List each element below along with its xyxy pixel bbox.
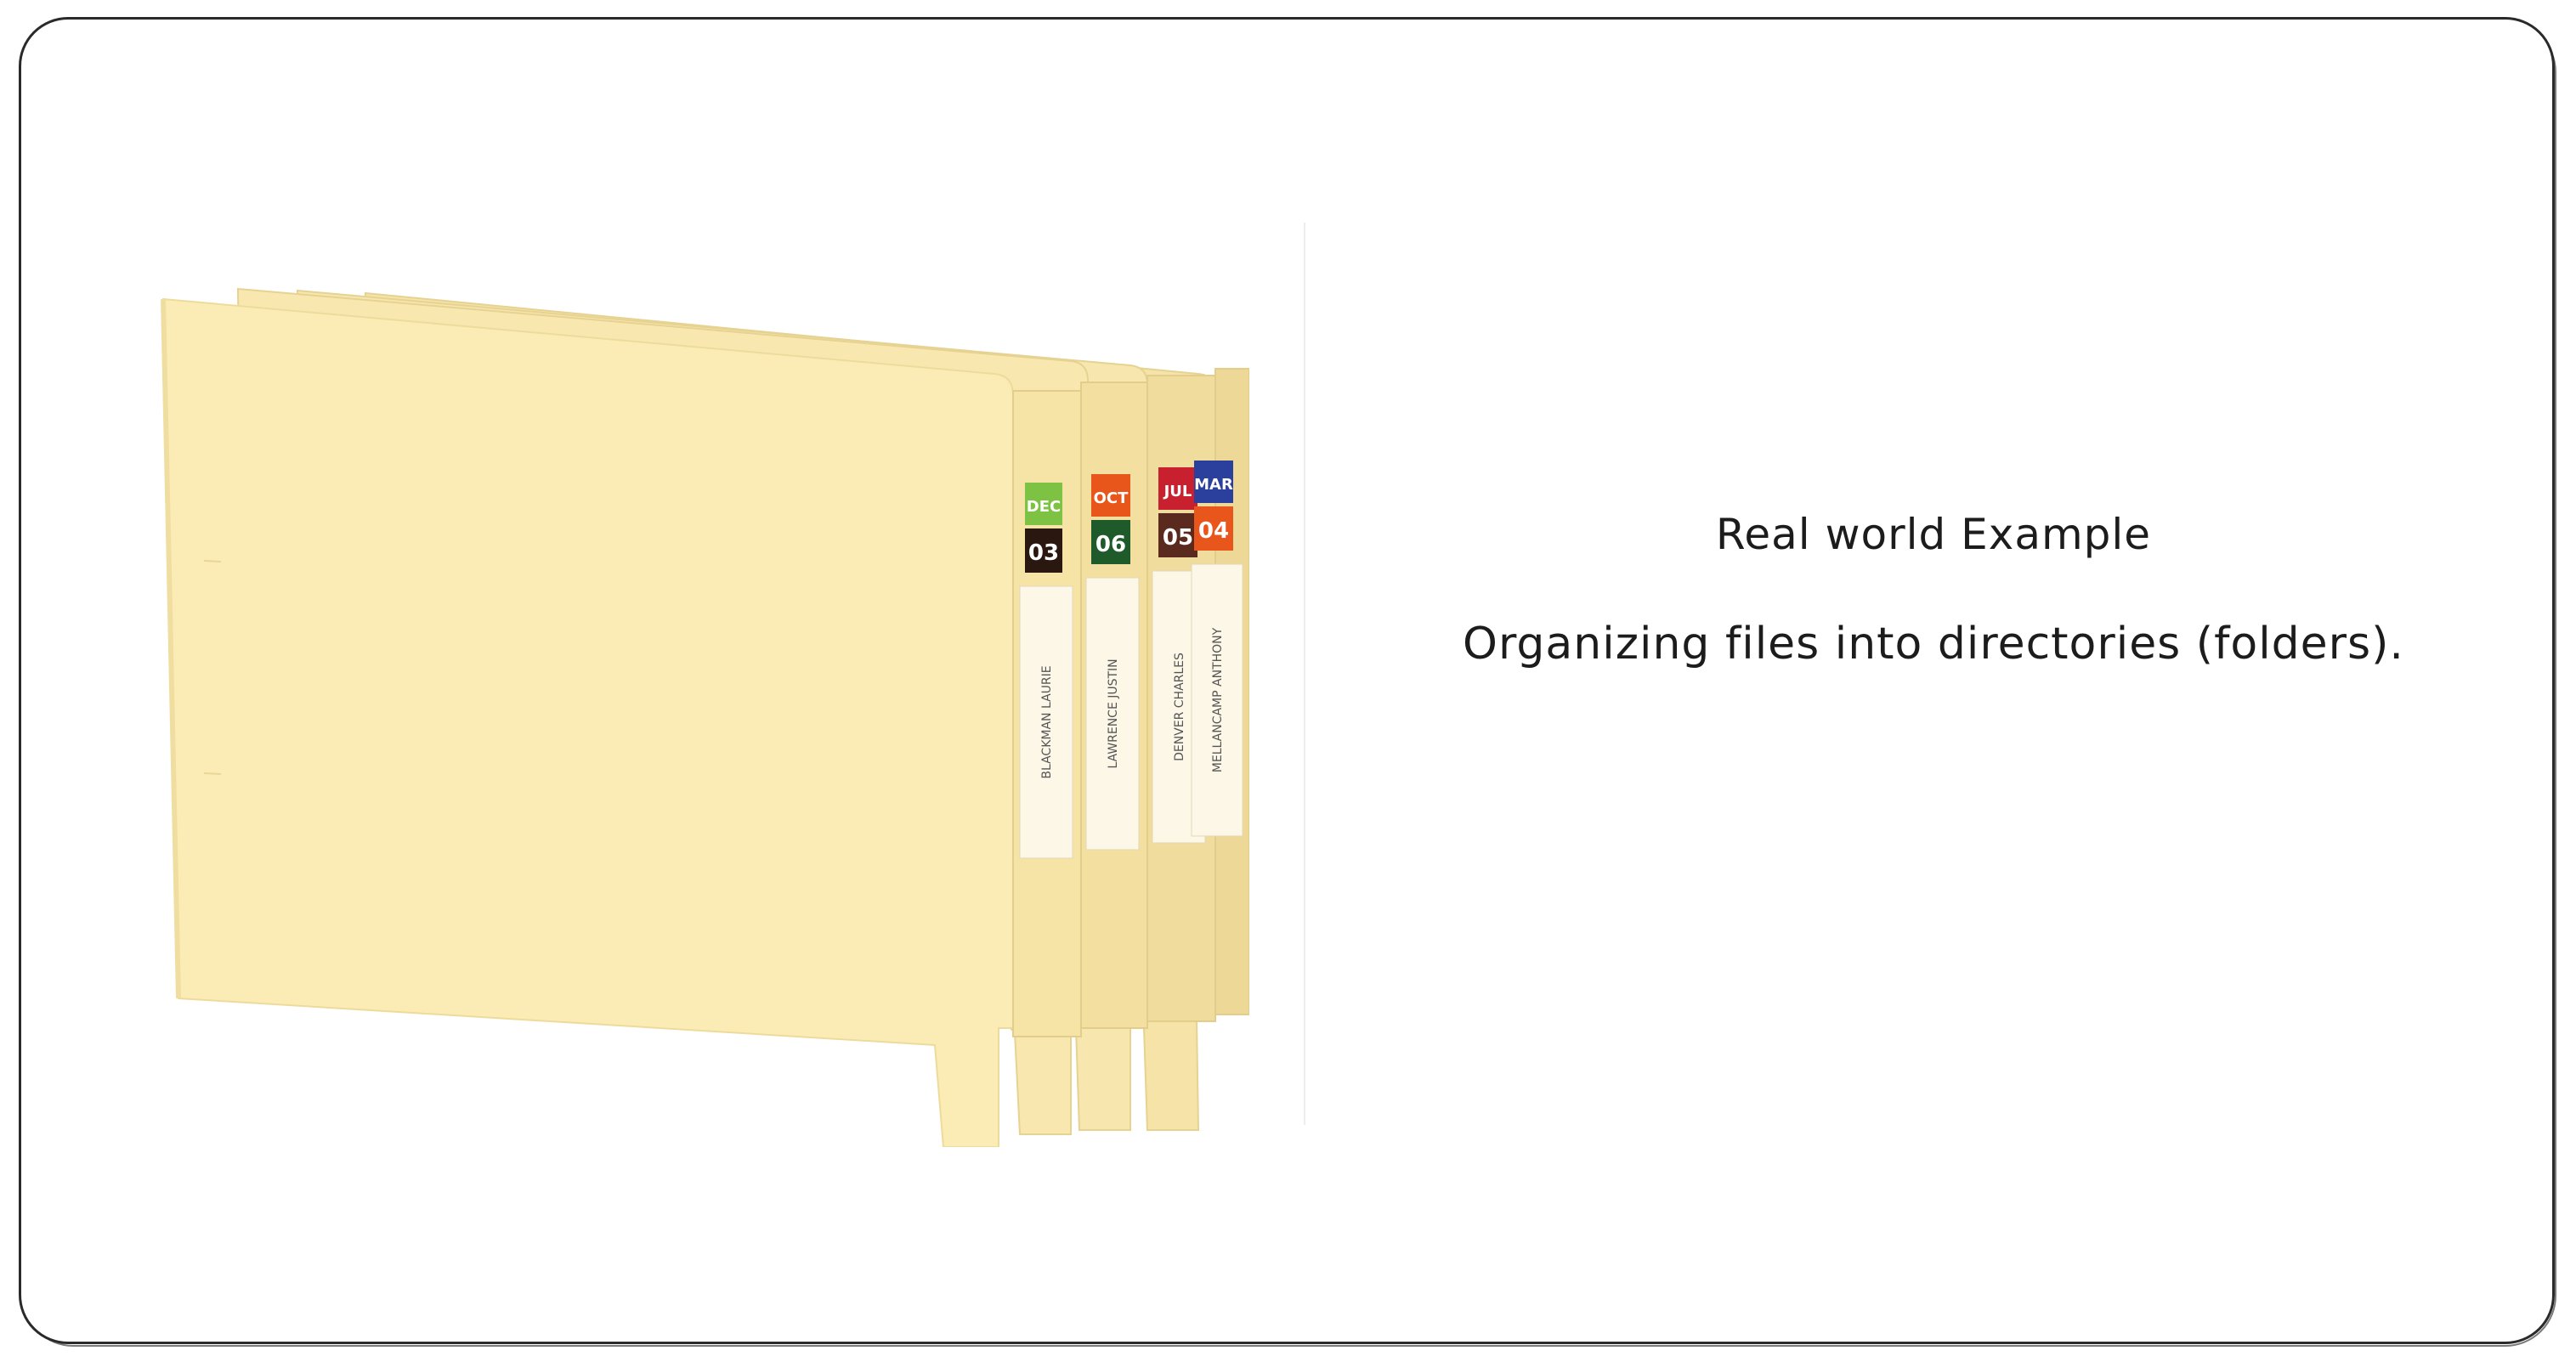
caption: Real world Example Organizing files into… — [1326, 510, 2541, 670]
slide-description: Organizing files into directories (folde… — [1463, 619, 2404, 670]
svg-text:MAR: MAR — [1194, 476, 1233, 494]
svg-text:04: 04 — [1198, 518, 1229, 544]
folders-illustration: DEC 03 BLACKMAN LAURIE OCT 06 LAWRENCE J… — [161, 287, 1249, 1147]
folder-front — [161, 297, 1014, 1147]
svg-text:06: 06 — [1096, 532, 1126, 557]
folder-tab-1: DEC 03 BLACKMAN LAURIE — [1012, 390, 1082, 1037]
svg-text:OCT: OCT — [1094, 489, 1129, 507]
folder-tab-2: OCT 06 LAWRENCE JUSTIN — [1080, 381, 1148, 1029]
svg-text:03: 03 — [1028, 540, 1059, 566]
svg-text:JUL: JUL — [1163, 483, 1192, 500]
slide-title: Real world Example — [1715, 510, 2152, 559]
svg-text:DENVER CHARLES: DENVER CHARLES — [1173, 653, 1186, 761]
svg-text:DEC: DEC — [1027, 498, 1061, 516]
svg-text:BLACKMAN LAURIE: BLACKMAN LAURIE — [1040, 665, 1054, 778]
svg-text:LAWRENCE JUSTIN: LAWRENCE JUSTIN — [1107, 658, 1120, 768]
column-divider — [1304, 223, 1305, 1125]
svg-text:MELLANCAMP ANTHONY: MELLANCAMP ANTHONY — [1211, 627, 1225, 772]
svg-text:05: 05 — [1163, 525, 1193, 551]
